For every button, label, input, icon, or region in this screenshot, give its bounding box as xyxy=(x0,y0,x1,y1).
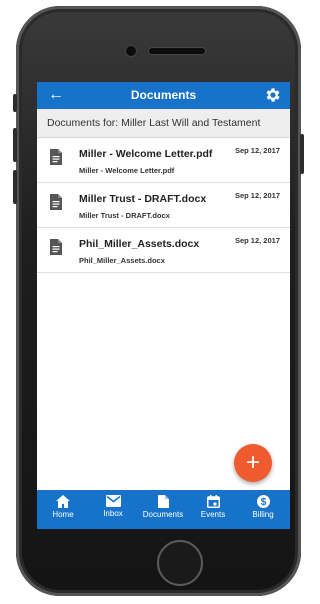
document-row[interactable]: Miller Trust - DRAFT.docx Miller Trust -… xyxy=(37,183,290,228)
bottom-navigation: Home Inbox Documents Events $ Billing xyxy=(37,490,290,529)
nav-events-label: Events xyxy=(200,510,226,519)
document-filename: Phil_Miller_Assets.docx xyxy=(79,256,165,265)
nav-inbox-label: Inbox xyxy=(103,509,123,518)
add-document-button[interactable]: + xyxy=(234,444,272,482)
document-name: Phil_Miller_Assets.docx xyxy=(79,238,200,250)
document-date: Sep 12, 2017 xyxy=(234,236,280,245)
nav-home[interactable]: Home xyxy=(38,490,88,529)
nav-home-label: Home xyxy=(52,510,74,519)
volume-up-button xyxy=(13,128,17,162)
power-button xyxy=(300,134,304,174)
back-arrow-icon[interactable]: ← xyxy=(47,86,65,104)
document-filename: Miller Trust - DRAFT.docx xyxy=(79,211,170,220)
document-row[interactable]: Phil_Miller_Assets.docx Phil_Miller_Asse… xyxy=(37,228,290,273)
documents-for-label: Documents for: Miller Last Will and Test… xyxy=(47,117,261,129)
document-date: Sep 12, 2017 xyxy=(234,146,280,155)
nav-billing[interactable]: $ Billing xyxy=(238,490,288,529)
nav-inbox[interactable]: Inbox xyxy=(88,490,138,529)
mute-switch xyxy=(13,94,17,112)
document-icon xyxy=(50,149,62,165)
mail-icon xyxy=(105,495,121,507)
document-name: Miller Trust - DRAFT.docx xyxy=(79,193,207,205)
nav-documents[interactable]: Documents xyxy=(138,490,188,529)
earpiece-speaker xyxy=(149,48,205,54)
nav-events[interactable]: Events xyxy=(188,490,238,529)
document-icon xyxy=(157,495,169,508)
home-icon xyxy=(56,495,70,508)
volume-down-button xyxy=(13,170,17,204)
calendar-icon xyxy=(206,495,220,508)
document-icon xyxy=(50,194,62,210)
app-screen: ← Documents Documents for: Miller Last W… xyxy=(37,82,290,529)
document-date: Sep 12, 2017 xyxy=(234,191,280,200)
front-camera xyxy=(126,46,136,56)
app-bar: ← Documents xyxy=(37,82,290,109)
document-filename: Miller - Welcome Letter.pdf xyxy=(79,166,175,175)
svg-text:$: $ xyxy=(260,497,266,508)
document-list: Miller - Welcome Letter.pdf Miller - Wel… xyxy=(37,138,290,273)
document-row[interactable]: Miller - Welcome Letter.pdf Miller - Wel… xyxy=(37,138,290,183)
document-name: Miller - Welcome Letter.pdf xyxy=(79,148,213,160)
dollar-icon: $ xyxy=(256,495,270,508)
document-icon xyxy=(50,239,62,255)
page-title: Documents xyxy=(130,88,197,102)
gear-icon[interactable] xyxy=(264,86,282,104)
nav-billing-label: Billing xyxy=(252,510,274,519)
home-hardware-button[interactable] xyxy=(157,540,203,586)
documents-for-header: Documents for: Miller Last Will and Test… xyxy=(37,109,290,138)
nav-documents-label: Documents xyxy=(142,510,184,519)
